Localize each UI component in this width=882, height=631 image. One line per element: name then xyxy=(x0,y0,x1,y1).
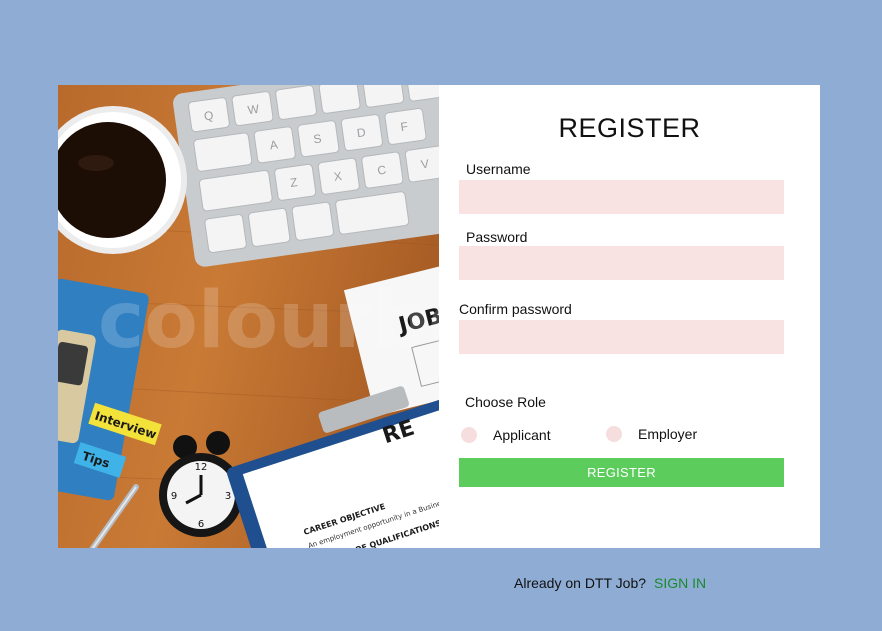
employer-label: Employer xyxy=(638,426,698,442)
employer-radio[interactable] xyxy=(606,426,622,442)
desk-illustration: Q W A S D F Z X C V Interview Tips 12 3 … xyxy=(58,85,439,548)
register-form: REGISTER Username Password Confirm passw… xyxy=(439,85,820,548)
signin-prompt: Already on DTT Job? xyxy=(514,575,647,591)
applicant-radio[interactable] xyxy=(461,427,477,443)
role-option-employer[interactable]: Employer xyxy=(606,426,697,442)
password-input[interactable] xyxy=(459,246,784,280)
key-q: Q xyxy=(203,108,214,123)
svg-text:3: 3 xyxy=(225,491,231,502)
confirm-password-label: Confirm password xyxy=(459,301,572,317)
desk-photo: Q W A S D F Z X C V Interview Tips 12 3 … xyxy=(58,85,439,548)
choose-role-label: Choose Role xyxy=(465,394,546,410)
register-button[interactable]: REGISTER xyxy=(459,458,784,487)
svg-text:9: 9 xyxy=(171,491,177,502)
svg-text:6: 6 xyxy=(198,519,204,530)
username-input[interactable] xyxy=(459,180,784,214)
signin-link[interactable]: SIGN IN xyxy=(654,575,706,591)
register-card: Q W A S D F Z X C V Interview Tips 12 3 … xyxy=(58,85,820,548)
svg-text:12: 12 xyxy=(195,462,208,473)
watermark: colourbox xyxy=(98,276,439,366)
role-option-applicant[interactable]: Applicant xyxy=(461,427,551,443)
confirm-password-input[interactable] xyxy=(459,320,784,354)
page-title: REGISTER xyxy=(558,113,701,143)
username-label: Username xyxy=(466,161,531,177)
password-label: Password xyxy=(466,229,528,245)
applicant-label: Applicant xyxy=(493,427,551,443)
